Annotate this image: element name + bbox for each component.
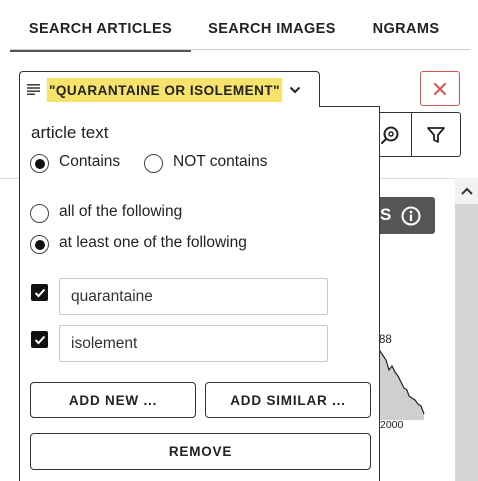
tab-search-images[interactable]: SEARCH IMAGES (200, 0, 344, 50)
tab-divider (10, 49, 470, 50)
add-new-button[interactable]: ADD NEW ... (30, 382, 196, 418)
filter-button[interactable] (411, 112, 461, 157)
chevron-up-icon (460, 187, 473, 195)
scrollbar-track[interactable] (455, 178, 478, 481)
query-text: "QUARANTAINE OR ISOLEMENT" (47, 77, 283, 102)
field-label: article text (31, 123, 109, 142)
radio-at-least-one[interactable] (30, 235, 49, 254)
lines-icon (27, 84, 40, 95)
radio-not-contains[interactable] (144, 154, 163, 173)
close-icon (434, 82, 446, 95)
term-checkbox-isolement[interactable] (31, 331, 48, 348)
term-checkbox-quarantaine[interactable] (31, 284, 48, 301)
checkmark-icon (34, 335, 45, 344)
close-button[interactable] (420, 71, 460, 106)
query-chip[interactable]: "QUARANTAINE OR ISOLEMENT" (19, 71, 320, 107)
term-input-isolement[interactable] (59, 325, 328, 362)
radio-all-following[interactable] (30, 204, 49, 223)
radio-at-least-one-label[interactable]: at least one of the following (59, 234, 247, 252)
radio-all-following-label[interactable]: all of the following (59, 203, 182, 221)
radio-not-contains-label[interactable]: NOT contains (173, 153, 267, 171)
button-label-fragment: S (380, 205, 392, 224)
info-icon (401, 206, 421, 225)
checkmark-icon (34, 288, 45, 297)
query-editor-panel: article text Contains NOT contains all o… (19, 106, 380, 481)
remove-button[interactable]: REMOVE (30, 433, 371, 470)
chart-x-tick: 2000 (380, 419, 404, 431)
search-icon (380, 126, 398, 144)
chevron-down-icon[interactable] (289, 86, 301, 94)
filter-icon (427, 126, 445, 143)
tab-ngrams[interactable]: NGRAMS (360, 0, 452, 50)
scroll-up-button[interactable] (455, 178, 478, 204)
radio-contains-label[interactable]: Contains (59, 153, 120, 171)
radio-contains[interactable] (30, 154, 49, 173)
tab-search-articles[interactable]: SEARCH ARTICLES (10, 0, 191, 52)
term-input-quarantaine[interactable] (59, 278, 328, 315)
ngram-chart-fragment (378, 347, 425, 420)
tab-bar: SEARCH ARTICLES SEARCH IMAGES NGRAMS (0, 0, 478, 52)
add-similar-button[interactable]: ADD SIMILAR ... (205, 382, 371, 418)
